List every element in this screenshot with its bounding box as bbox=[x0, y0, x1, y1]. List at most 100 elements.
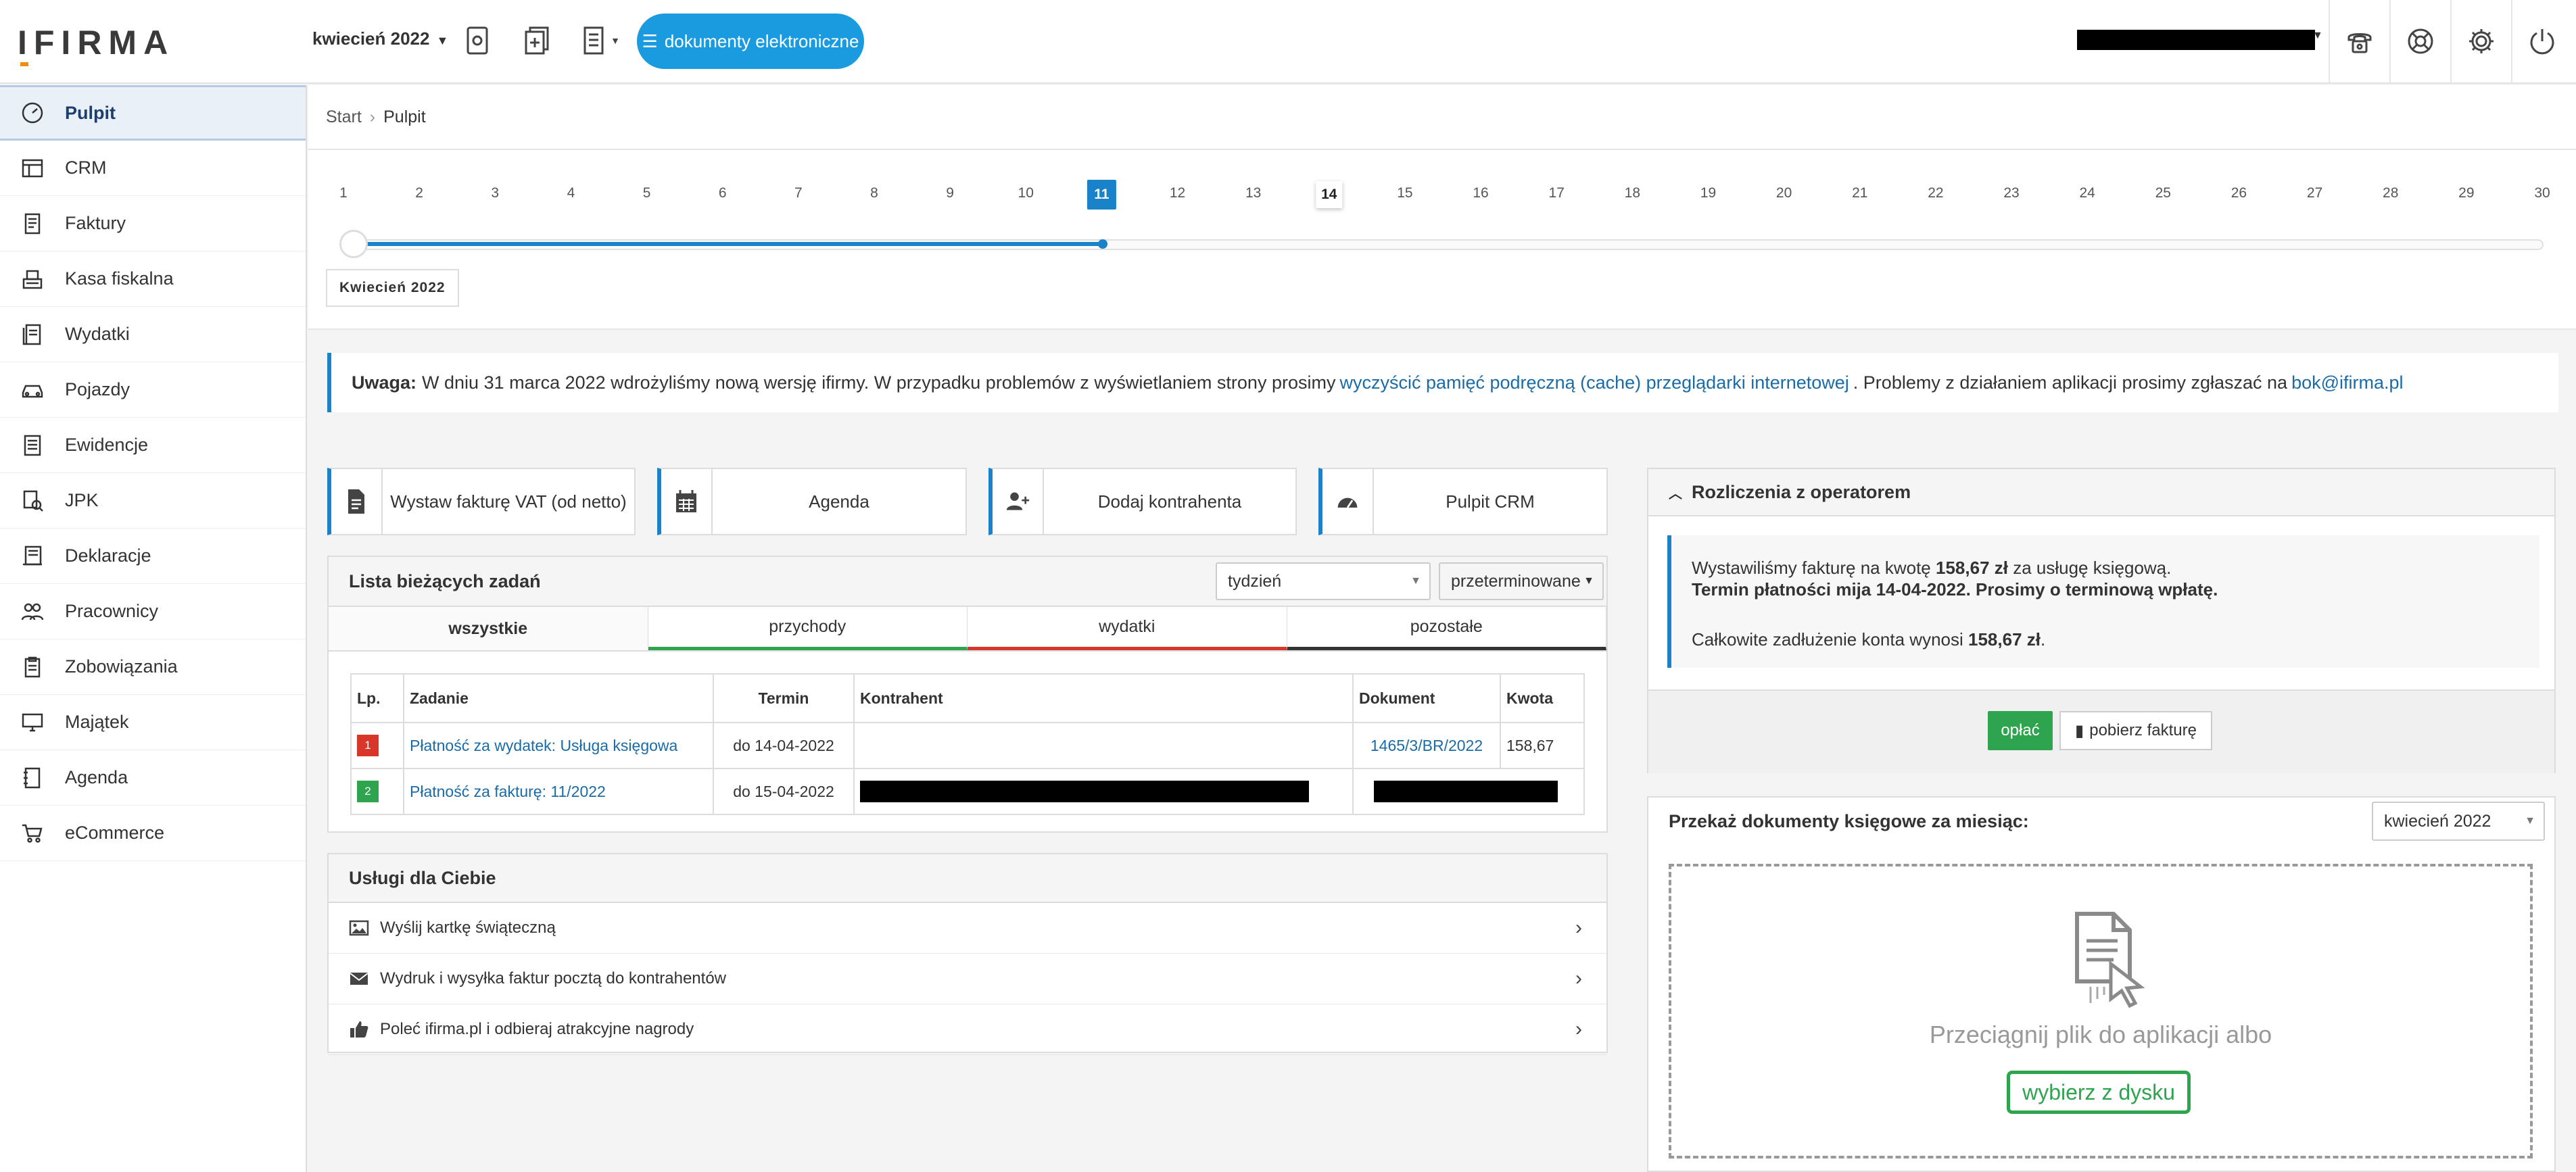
period-select[interactable]: tydzień ▼ bbox=[1216, 562, 1431, 600]
user-name-redacted[interactable] bbox=[2077, 30, 2315, 50]
timeline-day-10[interactable]: 10 bbox=[1018, 185, 1034, 201]
sidebar-item-agenda[interactable]: Agenda bbox=[0, 750, 306, 806]
settlements-actions: opłać ▮ pobierz fakturę bbox=[1648, 689, 2554, 773]
overdue-filter-dropdown[interactable]: przeterminowane ▼ bbox=[1439, 562, 1604, 600]
timeline-day-26[interactable]: 26 bbox=[2231, 185, 2247, 201]
notice-text: W dniu 31 marca 2022 wdrożyliśmy nową we… bbox=[422, 372, 1336, 393]
timeline-day-28[interactable]: 28 bbox=[2383, 185, 2398, 201]
support-email-link[interactable]: bok@ifirma.pl bbox=[2291, 372, 2403, 393]
user-menu-caret-icon[interactable]: ▼ bbox=[2312, 30, 2323, 42]
timeline-day-24[interactable]: 24 bbox=[2079, 185, 2095, 201]
pay-button[interactable]: opłać bbox=[1988, 711, 2053, 750]
caret-down-icon: ▼ bbox=[436, 34, 449, 47]
task-contractor bbox=[853, 722, 1354, 769]
receipt-icon[interactable] bbox=[457, 19, 498, 62]
timeline-day-5[interactable]: 5 bbox=[643, 185, 651, 201]
timeline-day-11[interactable]: 11 bbox=[1087, 180, 1116, 210]
image-icon bbox=[349, 920, 369, 936]
service-print-mail-invoices[interactable]: Wydruk i wysyłka faktur pocztą do kontra… bbox=[329, 954, 1606, 1004]
sidebar-item-pulpit[interactable]: Pulpit bbox=[0, 85, 306, 141]
speedometer-icon bbox=[1322, 469, 1374, 534]
jpk-icon bbox=[0, 489, 65, 513]
chevron-right-icon: › bbox=[1575, 917, 1582, 939]
phone-icon[interactable] bbox=[2329, 0, 2389, 82]
timeline-day-30[interactable]: 30 bbox=[2534, 185, 2550, 201]
file-drop-zone[interactable]: Przeciągnij plik do aplikacji albo wybie… bbox=[1669, 864, 2533, 1158]
sidebar-item-majatek[interactable]: Majątek bbox=[0, 695, 306, 750]
row-number-badge: 2 bbox=[357, 781, 379, 802]
timeline-day-6[interactable]: 6 bbox=[719, 185, 727, 201]
issue-vat-invoice-button[interactable]: Wystaw fakturę VAT (od netto) bbox=[327, 468, 636, 535]
task-link[interactable]: Płatność za wydatek: Usługa księgowa bbox=[410, 737, 677, 754]
ifirma-logo[interactable]: IFIRMA bbox=[18, 23, 174, 66]
timeline-day-27[interactable]: 27 bbox=[2307, 185, 2322, 201]
choose-from-disk-button[interactable]: wybierz z dysku bbox=[2007, 1071, 2191, 1114]
tab-wydatki[interactable]: wydatki bbox=[968, 607, 1287, 650]
notice-banner: Uwaga: W dniu 31 marca 2022 wdrożyliśmy … bbox=[327, 353, 2558, 412]
sidebar-item-crm[interactable]: CRM bbox=[0, 141, 306, 196]
caret-down-icon: ▼ bbox=[2525, 815, 2535, 827]
help-lifebuoy-icon[interactable] bbox=[2389, 0, 2450, 82]
clear-cache-link[interactable]: wyczyścić pamięć podręczną (cache) przeg… bbox=[1339, 372, 1848, 393]
timeline-handle[interactable] bbox=[339, 230, 368, 258]
documents-menu-icon[interactable]: ▼ bbox=[576, 19, 625, 62]
sidebar-item-ewidencje[interactable]: Ewidencje bbox=[0, 418, 306, 473]
settings-gear-icon[interactable] bbox=[2450, 0, 2511, 82]
document-link[interactable]: 1465/3/BR/2022 bbox=[1370, 737, 1483, 754]
timeline-day-25[interactable]: 25 bbox=[2155, 185, 2171, 201]
cart-icon bbox=[0, 821, 65, 846]
timeline-day-7[interactable]: 7 bbox=[794, 185, 803, 201]
service-greeting-card[interactable]: Wyślij kartkę świąteczną › bbox=[329, 903, 1606, 954]
logout-power-icon[interactable] bbox=[2511, 0, 2572, 82]
timeline-day-2[interactable]: 2 bbox=[415, 185, 423, 201]
timeline-day-22[interactable]: 22 bbox=[1928, 185, 1943, 201]
breadcrumb-start-link[interactable]: Start bbox=[326, 107, 362, 127]
timeline-day-9[interactable]: 9 bbox=[946, 185, 954, 201]
timeline-day-23[interactable]: 23 bbox=[2003, 185, 2019, 201]
sidebar-item-wydatki[interactable]: Wydatki bbox=[0, 307, 306, 362]
timeline-day-8[interactable]: 8 bbox=[870, 185, 878, 201]
timeline-day-13[interactable]: 13 bbox=[1245, 185, 1261, 201]
sidebar-item-pojazdy[interactable]: Pojazdy bbox=[0, 362, 306, 418]
sidebar-item-kasa-fiskalna[interactable]: Kasa fiskalna bbox=[0, 251, 306, 307]
crm-dashboard-button[interactable]: Pulpit CRM bbox=[1318, 468, 1608, 535]
add-document-icon[interactable] bbox=[517, 19, 557, 62]
timeline-day-12[interactable]: 12 bbox=[1170, 185, 1185, 201]
timeline-day-4[interactable]: 4 bbox=[567, 185, 575, 201]
breadcrumb: Start › Pulpit bbox=[308, 85, 2576, 150]
sidebar-item-jpk[interactable]: JPK bbox=[0, 473, 306, 529]
timeline-day-14[interactable]: 14 bbox=[1316, 181, 1343, 208]
settlements-header[interactable]: ︿ Rozliczenia z operatorem bbox=[1648, 469, 2554, 516]
timeline-day-18[interactable]: 18 bbox=[1625, 185, 1640, 201]
electronic-documents-button[interactable]: ☰ dokumenty elektroniczne bbox=[637, 14, 864, 69]
tab-wszystkie[interactable]: wszystkie bbox=[329, 607, 648, 650]
tab-pozostale[interactable]: pozostałe bbox=[1287, 607, 1606, 650]
agenda-button[interactable]: Agenda bbox=[657, 468, 967, 535]
task-link[interactable]: Płatność za fakturę: 11/2022 bbox=[410, 783, 606, 800]
timeline-day-1[interactable]: 1 bbox=[339, 185, 348, 201]
timeline-day-3[interactable]: 3 bbox=[491, 185, 499, 201]
timeline-day-29[interactable]: 29 bbox=[2458, 185, 2474, 201]
sidebar-item-deklaracje[interactable]: Deklaracje bbox=[0, 529, 306, 584]
sidebar-item-faktury[interactable]: Faktury bbox=[0, 196, 306, 251]
timeline-day-15[interactable]: 15 bbox=[1397, 185, 1412, 201]
timeline-day-20[interactable]: 20 bbox=[1776, 185, 1792, 201]
tab-przychody[interactable]: przychody bbox=[648, 607, 968, 650]
sidebar-item-zobowiazania[interactable]: Zobowiązania bbox=[0, 639, 306, 695]
service-referral[interactable]: Poleć ifirma.pl i odbieraj atrakcyjne na… bbox=[329, 1004, 1606, 1055]
timeline-day-16[interactable]: 16 bbox=[1473, 185, 1488, 201]
column-header: Kwota bbox=[1500, 673, 1585, 723]
sidebar-item-pracownicy[interactable]: Pracownicy bbox=[0, 584, 306, 639]
timeline-day-21[interactable]: 21 bbox=[1852, 185, 1867, 201]
add-contractor-button[interactable]: Dodaj kontrahenta bbox=[988, 468, 1297, 535]
upload-month-select[interactable]: kwiecień 2022 ▼ bbox=[2372, 802, 2545, 841]
timeline-day-19[interactable]: 19 bbox=[1700, 185, 1716, 201]
sidebar-item-ecommerce[interactable]: eCommerce bbox=[0, 806, 306, 861]
download-invoice-button[interactable]: ▮ pobierz fakturę bbox=[2059, 711, 2212, 750]
calendar-icon bbox=[661, 469, 713, 534]
timeline-day-17[interactable]: 17 bbox=[1549, 185, 1565, 201]
top-bar: IFIRMA kwiecień 2022 ▼ ▼ ☰ dokumenty elekt… bbox=[0, 0, 2576, 84]
declarations-icon bbox=[0, 544, 65, 568]
records-icon bbox=[0, 433, 65, 458]
month-dropdown[interactable]: kwiecień 2022 ▼ bbox=[312, 28, 448, 49]
